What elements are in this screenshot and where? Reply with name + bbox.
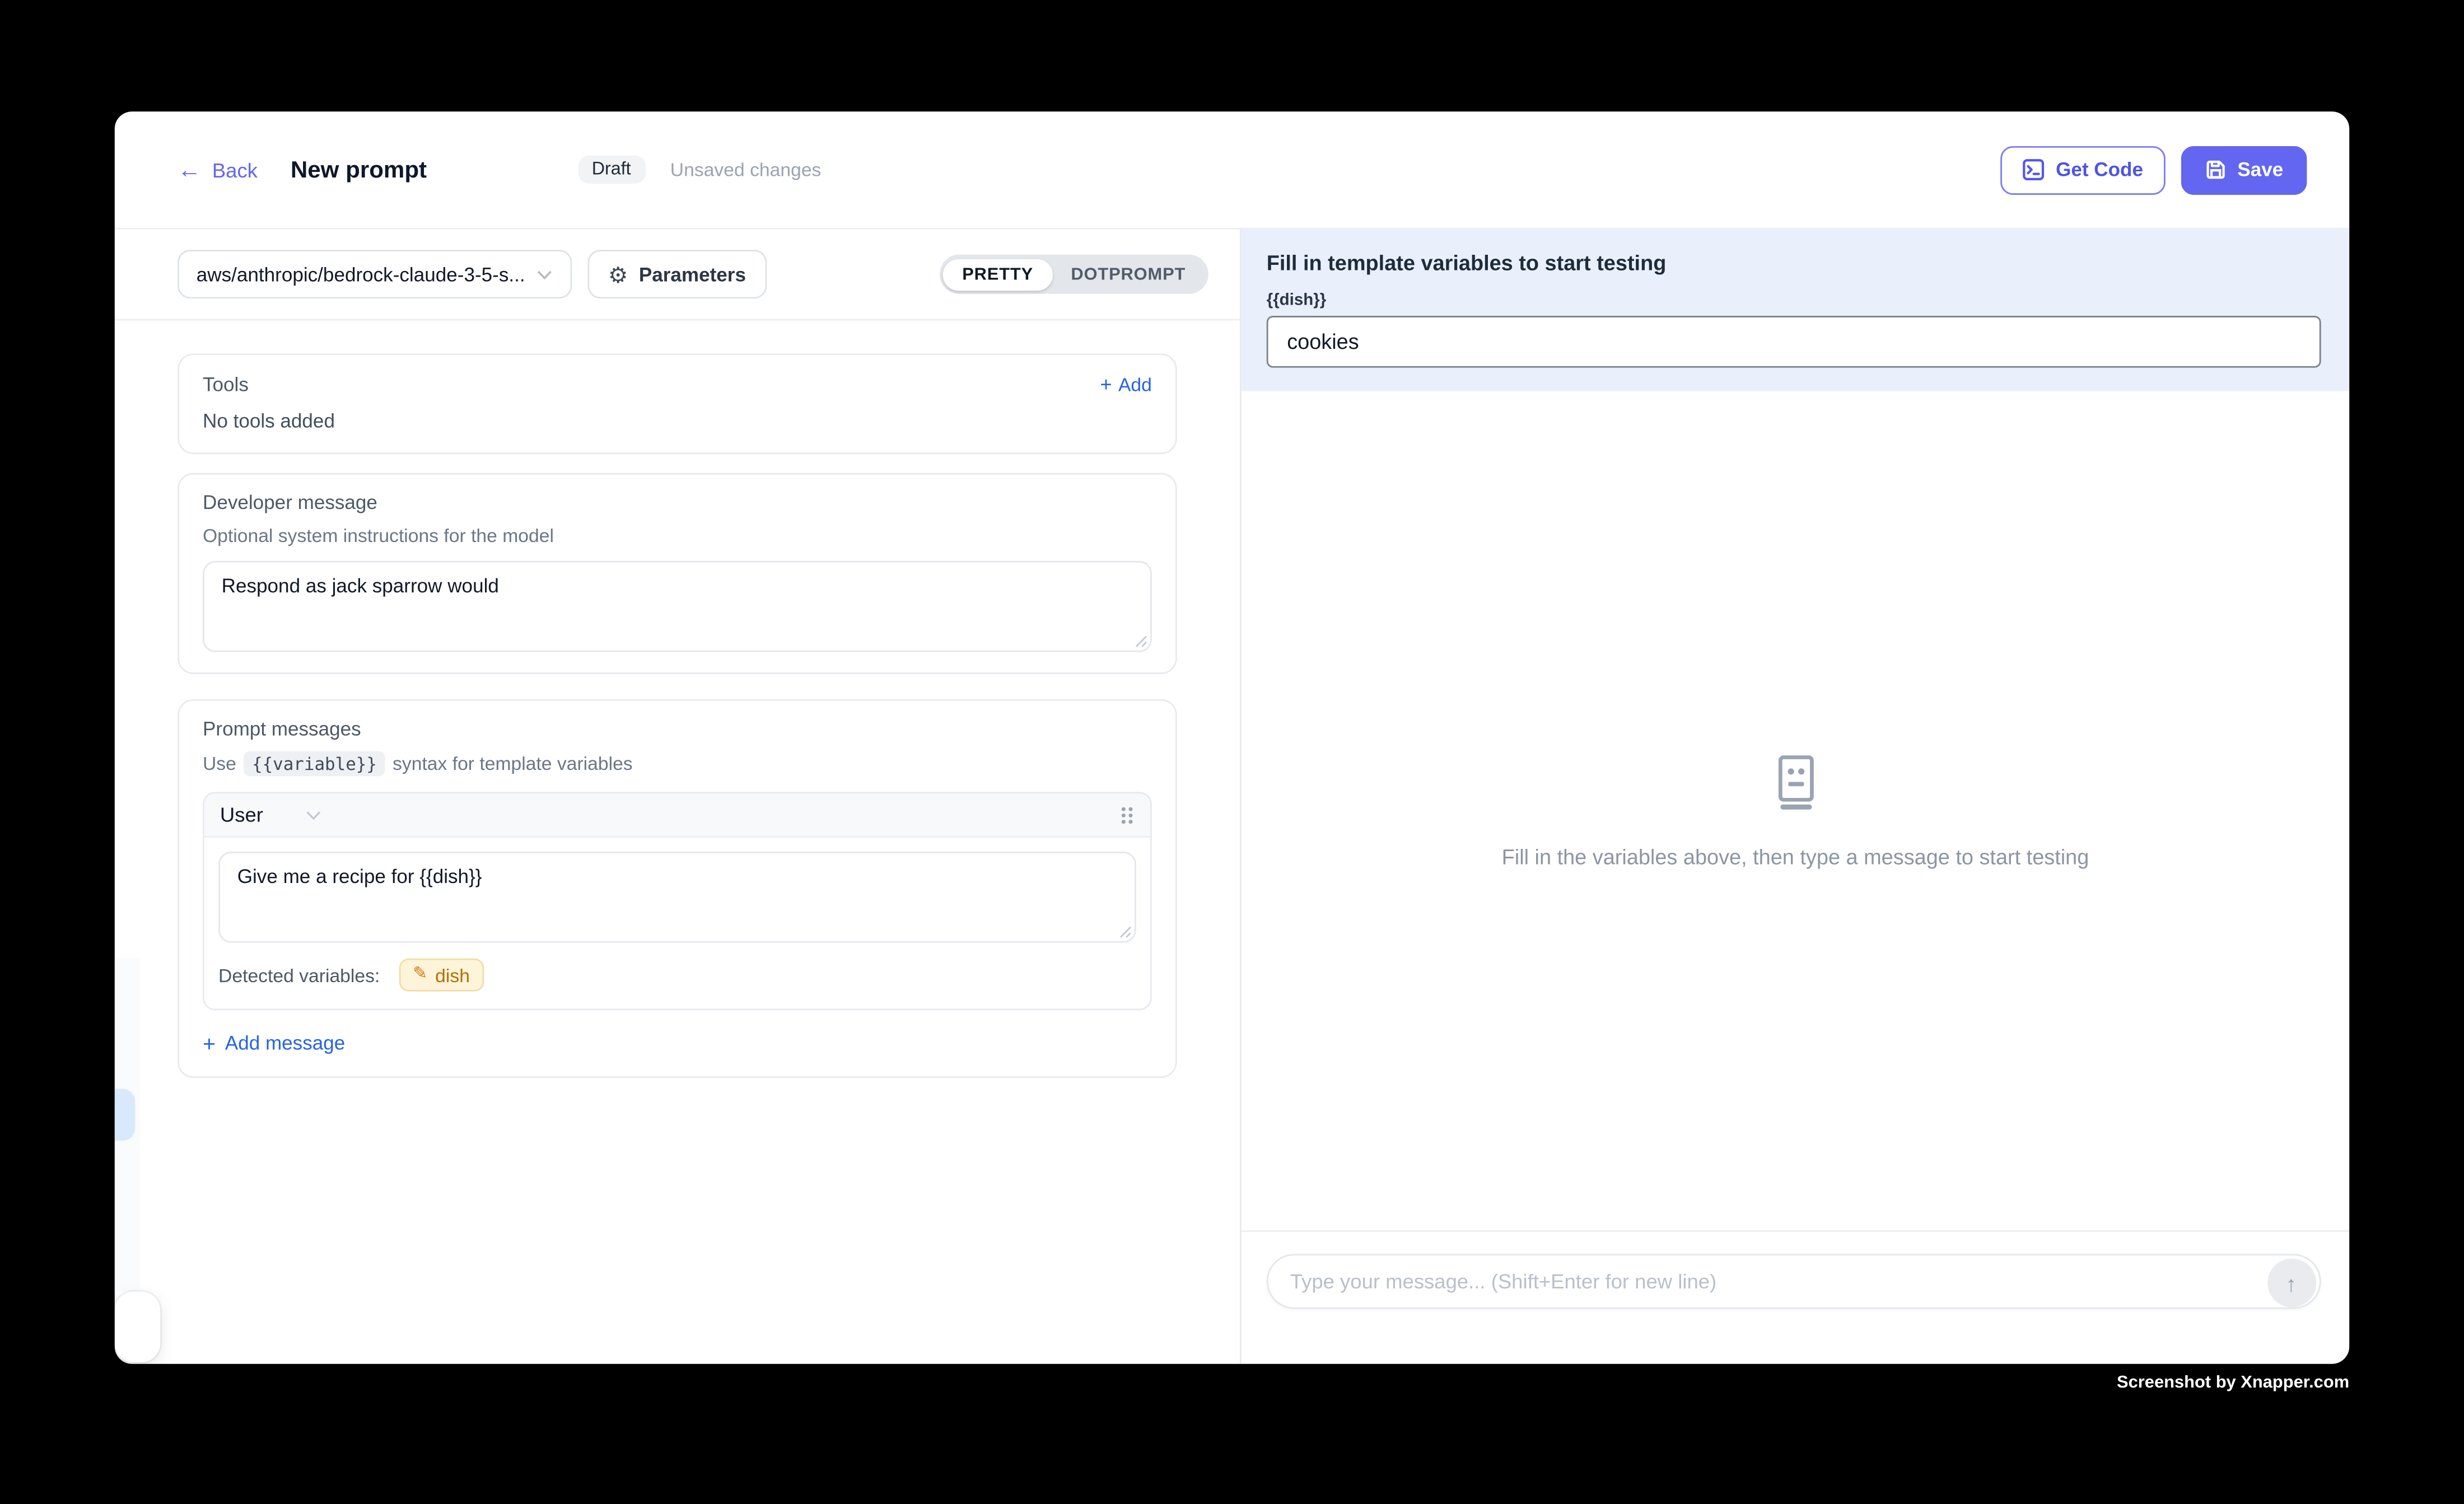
app-window: ← Back New prompt Draft Unsaved changes …	[115, 111, 2349, 1363]
save-icon	[2204, 158, 2226, 180]
editor-scroll-content: Tools + Add No tools added Developer mes…	[115, 320, 1240, 1078]
add-tool-label: Add	[1118, 373, 1152, 395]
pencil-icon: ✎	[413, 966, 427, 984]
developer-message-textarea[interactable]: Respond as jack sparrow would	[203, 561, 1152, 652]
variable-chip-dish[interactable]: ✎ dish	[399, 959, 484, 992]
resize-handle-icon[interactable]	[1133, 633, 1147, 647]
role-select[interactable]	[306, 809, 323, 821]
toggle-option-pretty[interactable]: PRETTY	[944, 259, 1052, 290]
model-selector-value: aws/anthropic/bedrock-claude-3-5-s...	[197, 263, 525, 285]
back-button[interactable]: ← Back	[178, 158, 258, 181]
plus-icon: +	[1100, 372, 1112, 396]
get-code-button[interactable]: Get Code	[2001, 146, 2165, 194]
watermark-text: Screenshot by Xnapper.com	[2117, 1374, 2349, 1393]
prompt-tester-panel: Fill in template variables to start test…	[1242, 230, 2349, 1364]
template-syntax-hint: Use {{variable}} syntax for template var…	[203, 751, 1152, 776]
terminal-icon	[2023, 158, 2045, 180]
variable-chip-label: dish	[435, 964, 470, 986]
send-button[interactable]: ↑	[2267, 1259, 2316, 1307]
parameters-label: Parameters	[639, 263, 746, 285]
variable-input-dish[interactable]	[1267, 316, 2321, 368]
model-toolbar: aws/anthropic/bedrock-claude-3-5-s... ⚙ …	[115, 230, 1240, 321]
role-select-value: User	[220, 803, 263, 826]
variable-label-dish: {{dish}}	[1267, 291, 2321, 310]
variable-syntax-code: {{variable}}	[244, 751, 385, 776]
add-message-label: Add message	[225, 1033, 345, 1054]
developer-message-subtitle: Optional system instructions for the mod…	[203, 525, 1152, 547]
prompt-messages-title: Prompt messages	[203, 718, 1152, 740]
developer-message-card: Developer message Optional system instru…	[178, 473, 1177, 674]
chat-input-bar: ↑	[1242, 1230, 2349, 1364]
developer-message-title: Developer message	[203, 492, 1152, 513]
gear-icon: ⚙	[608, 263, 628, 285]
prompt-messages-card: Prompt messages Use {{variable}} syntax …	[178, 699, 1177, 1078]
get-code-label: Get Code	[2056, 158, 2143, 180]
toggle-option-dotprompt[interactable]: DOTPROMPT	[1052, 259, 1205, 290]
sidebar-active-item[interactable]	[115, 1089, 135, 1141]
user-message-textarea[interactable]: Give me a recipe for {{dish}}	[218, 852, 1136, 943]
chat-input-container: ↑	[1267, 1254, 2321, 1309]
chat-message-input[interactable]	[1268, 1255, 2320, 1307]
detected-variables-label: Detected variables:	[218, 964, 380, 986]
plus-icon: +	[203, 1031, 216, 1056]
empty-state-text: Fill in the variables above, then type a…	[1502, 846, 2089, 869]
add-message-button[interactable]: + Add message	[203, 1031, 1152, 1056]
drag-handle-icon[interactable]	[1119, 804, 1135, 825]
hint-suffix: syntax for template variables	[393, 753, 633, 774]
message-block: User	[203, 792, 1152, 1010]
page-title: New prompt	[291, 156, 427, 183]
chevron-down-icon	[306, 809, 323, 821]
bot-face-icon	[1767, 753, 1823, 811]
back-arrow-icon: ←	[178, 158, 201, 181]
screenshot-stage: ← Back New prompt Draft Unsaved changes …	[0, 0, 2464, 1504]
header-bar: ← Back New prompt Draft Unsaved changes …	[115, 111, 2349, 229]
prompt-editor-panel: aws/anthropic/bedrock-claude-3-5-s... ⚙ …	[115, 230, 1242, 1364]
tools-empty-text: No tools added	[203, 410, 1152, 432]
tester-title: Fill in template variables to start test…	[1267, 251, 2321, 275]
parameters-button[interactable]: ⚙ Parameters	[587, 250, 766, 298]
tools-card: Tools + Add No tools added	[178, 353, 1177, 454]
save-label: Save	[2237, 158, 2283, 180]
hint-prefix: Use	[203, 753, 236, 774]
model-selector[interactable]: aws/anthropic/bedrock-claude-3-5-s...	[178, 250, 572, 298]
send-arrow-icon: ↑	[2286, 1272, 2297, 1294]
chevron-down-icon	[536, 268, 553, 280]
save-button[interactable]: Save	[2181, 146, 2307, 194]
unsaved-changes-text: Unsaved changes	[670, 158, 822, 180]
back-label: Back	[212, 158, 258, 181]
resize-handle-icon[interactable]	[1117, 924, 1131, 938]
detected-variables-row: Detected variables: ✎ dish	[204, 943, 1150, 1009]
tools-title: Tools	[203, 373, 249, 395]
view-mode-toggle: PRETTY DOTPROMPT	[940, 255, 1208, 294]
template-variables-section: Fill in template variables to start test…	[1242, 230, 2349, 391]
draft-status-badge: Draft	[577, 156, 645, 184]
chat-empty-state: Fill in the variables above, then type a…	[1242, 391, 2349, 1230]
sidebar-popup-corner	[115, 1292, 160, 1362]
add-tool-button[interactable]: + Add	[1100, 372, 1151, 396]
message-role-row: User	[204, 793, 1150, 838]
